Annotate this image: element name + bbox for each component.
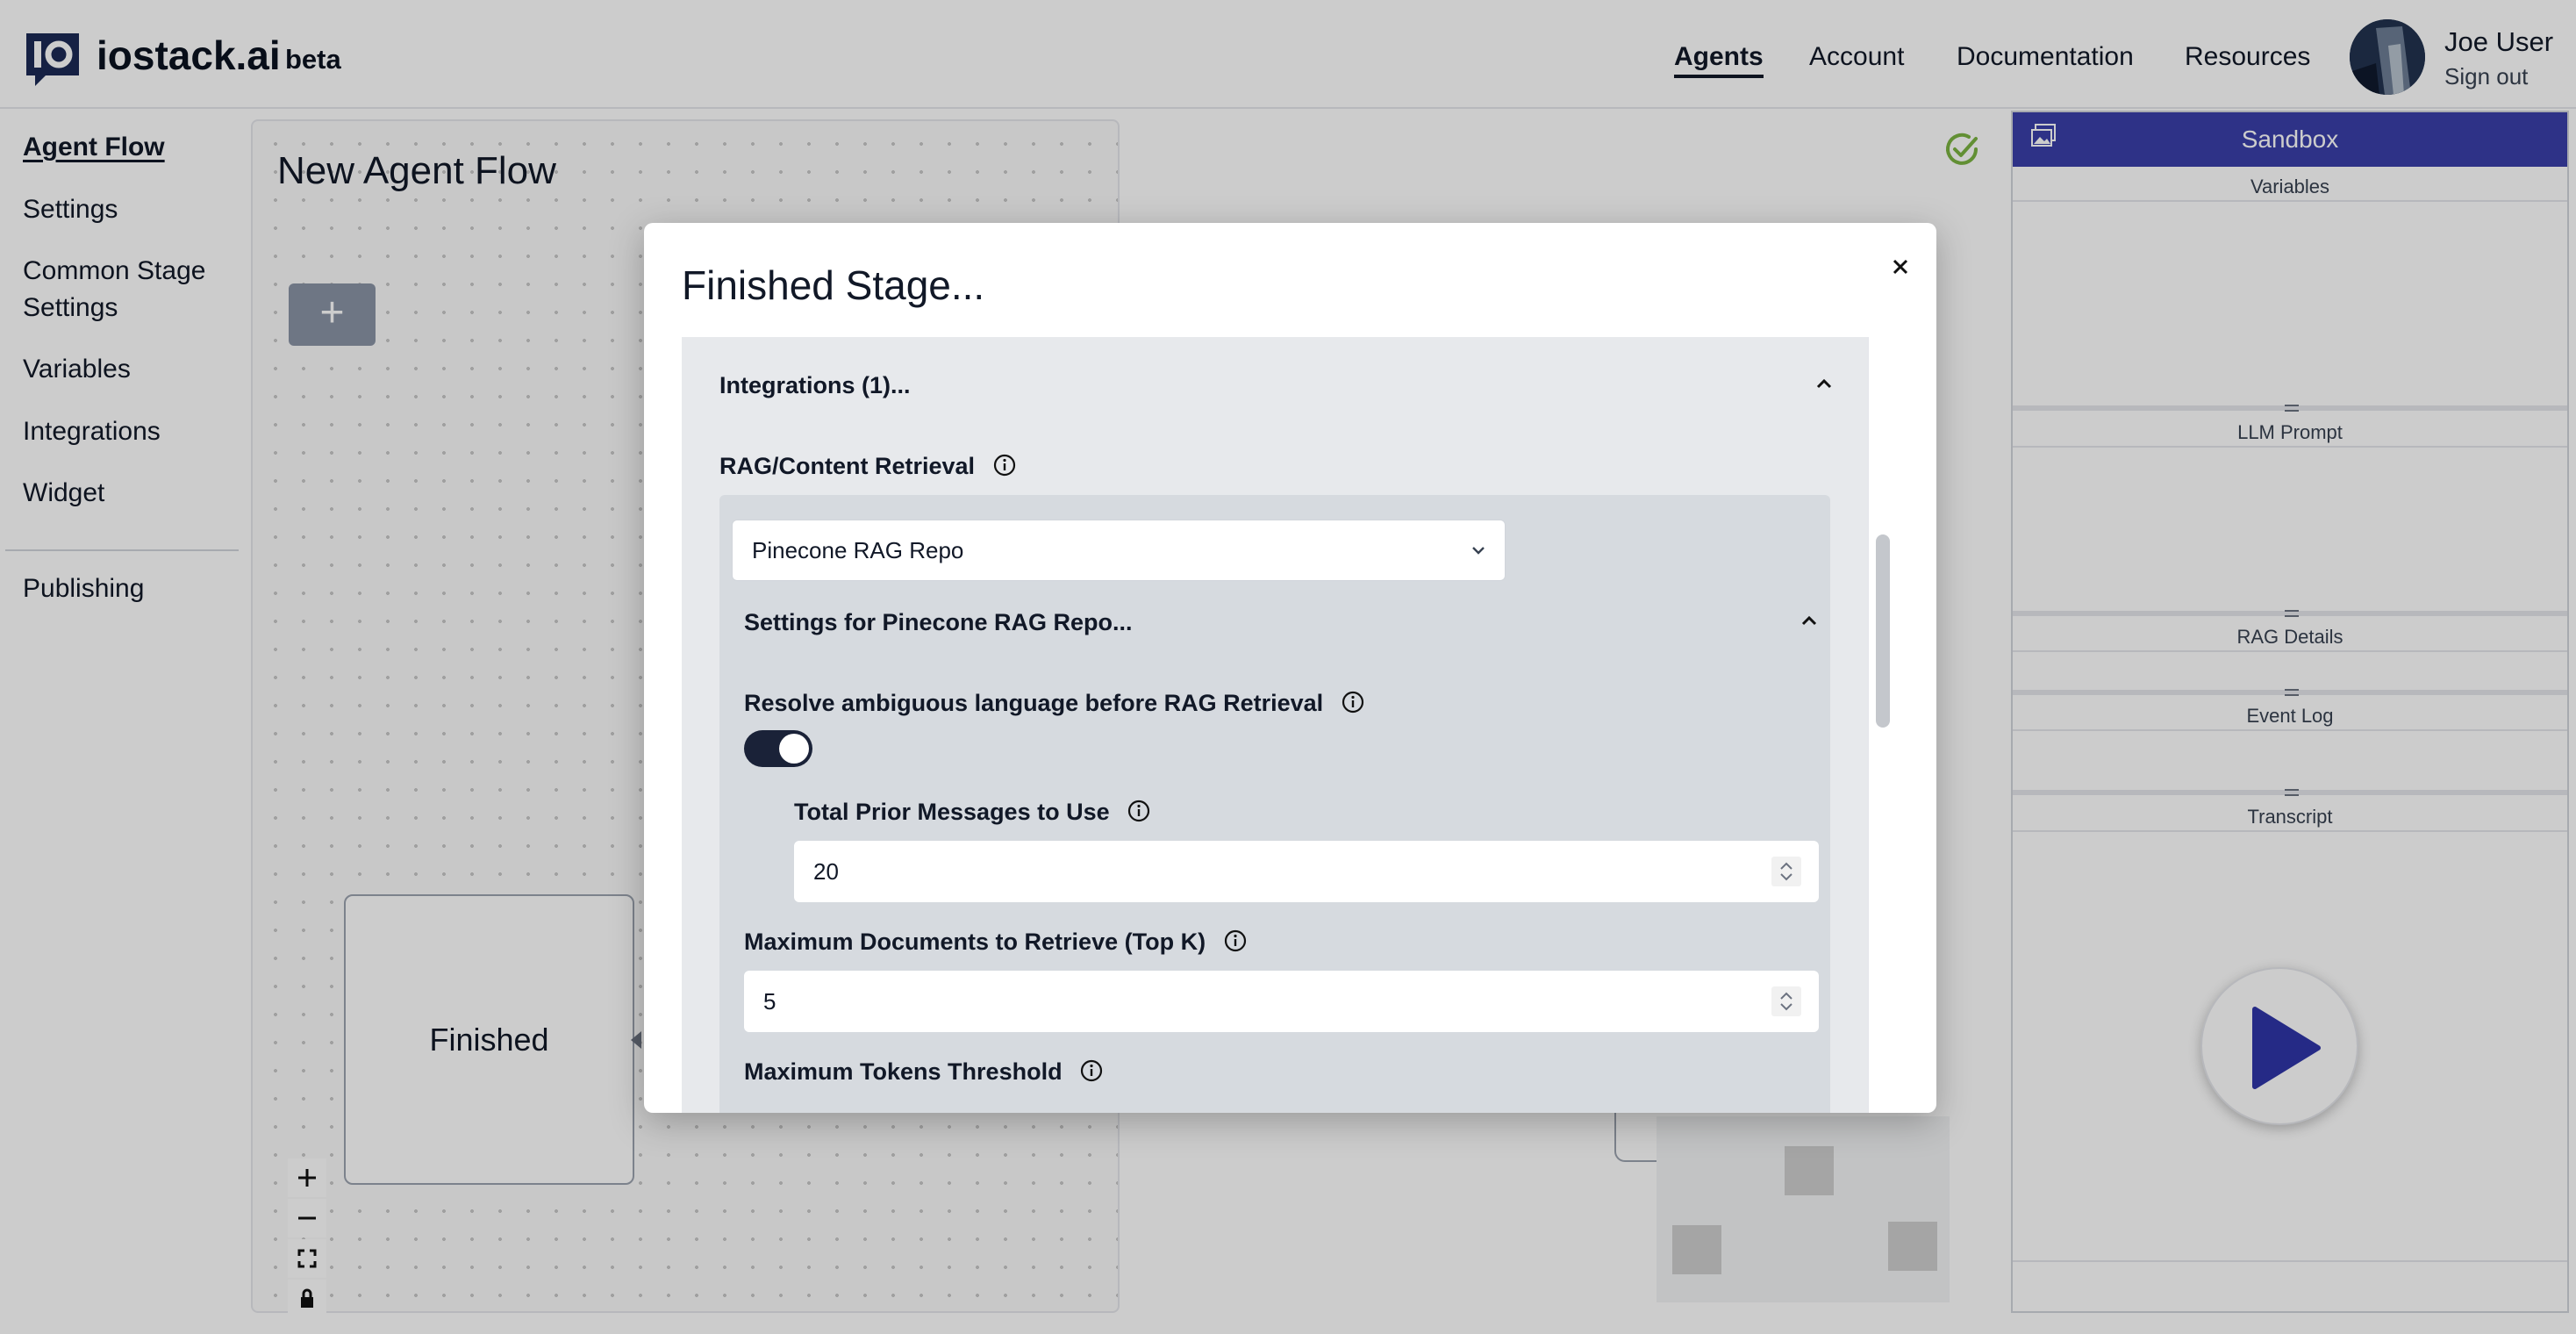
rag-retrieval-label: RAG/Content Retrieval [719,453,1017,480]
integrations-header[interactable]: Integrations (1)... [719,372,911,399]
top-k-label: Maximum Documents to Retrieve (Top K) [744,929,1248,956]
info-icon[interactable] [1079,1058,1104,1083]
rag-retrieval-text: RAG/Content Retrieval [719,453,976,479]
prior-messages-label: Total Prior Messages to Use [794,799,1151,826]
number-spinner-icon[interactable] [1771,857,1801,886]
modal-scrollbar-thumb[interactable] [1876,534,1890,728]
rag-select-value: Pinecone RAG Repo [752,537,964,563]
stage-settings-modal: Finished Stage... Integrations (1)... RA… [644,223,1936,1113]
top-k-value: 5 [763,988,776,1015]
close-icon [1893,259,1908,275]
resolve-ambiguous-text: Resolve ambiguous language before RAG Re… [744,690,1324,716]
prior-messages-text: Total Prior Messages to Use [794,799,1110,825]
prior-messages-input[interactable]: 20 [794,841,1819,902]
top-k-input[interactable]: 5 [744,971,1819,1032]
prior-messages-value: 20 [813,858,839,885]
chevron-up-icon[interactable] [1793,606,1825,637]
chevron-down-icon [1472,547,1485,555]
modal-title: Finished Stage... [682,262,985,308]
rag-settings-header[interactable]: Settings for Pinecone RAG Repo... [744,609,1133,636]
info-icon[interactable] [1223,929,1248,953]
resolve-ambiguous-label: Resolve ambiguous language before RAG Re… [744,690,1365,717]
rag-settings-panel: Pinecone RAG Repo Settings for Pinecone … [719,495,1830,1113]
info-icon[interactable] [992,453,1017,477]
integrations-section: Integrations (1)... RAG/Content Retrieva… [682,337,1868,1113]
info-icon[interactable] [1341,690,1365,714]
number-spinner-icon[interactable] [1771,986,1801,1016]
rag-provider-select[interactable]: Pinecone RAG Repo [732,520,1506,581]
top-k-text: Maximum Documents to Retrieve (Top K) [744,929,1206,955]
toggle-knob [779,734,809,764]
info-icon[interactable] [1127,799,1151,823]
close-button[interactable] [1881,247,1920,286]
chevron-up-icon[interactable] [1808,369,1840,400]
max-tokens-text: Maximum Tokens Threshold [744,1058,1063,1085]
max-tokens-label: Maximum Tokens Threshold [744,1058,1104,1086]
modal-body[interactable]: Integrations (1)... RAG/Content Retrieva… [682,337,1898,1113]
resolve-ambiguous-toggle[interactable] [744,730,812,767]
